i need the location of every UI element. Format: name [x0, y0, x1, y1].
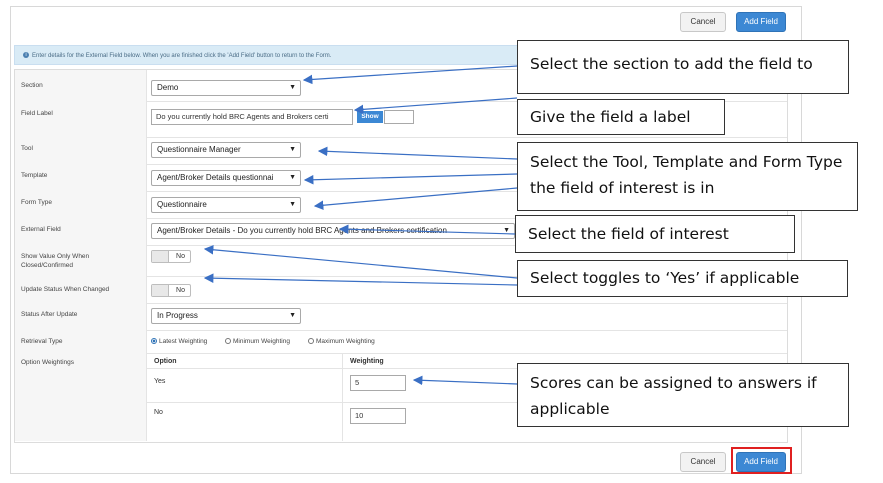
option-no-label: No: [154, 409, 163, 416]
row-retrieval: Retrieval Type Latest Weighting Minimum …: [15, 330, 787, 354]
form-type-label: Form Type: [21, 199, 52, 206]
weight-yes-input[interactable]: 5: [350, 375, 406, 391]
template-select[interactable]: Agent/Broker Details questionnai ▼: [151, 170, 301, 186]
option-weightings-label: Option Weightings: [21, 359, 74, 366]
callout-field: Select the field of interest: [515, 215, 795, 253]
external-field-select-value: Agent/Broker Details - Do you currently …: [157, 226, 447, 235]
row-status-after: Status After Update In Progress ▼: [15, 303, 787, 331]
show-value-label: Show Value Only When Closed/Confirmed: [21, 253, 90, 269]
cancel-button-top[interactable]: Cancel: [680, 12, 726, 32]
chevron-down-icon: ▼: [289, 146, 296, 153]
info-text: Enter details for the External Field bel…: [32, 53, 332, 59]
form-type-select[interactable]: Questionnaire ▼: [151, 197, 301, 213]
radio-latest-label: Latest Weighting: [159, 338, 208, 345]
show-value-toggle-text: No: [176, 253, 185, 260]
chevron-down-icon: ▼: [289, 174, 296, 181]
show-button[interactable]: Show: [357, 111, 383, 123]
radio-minimum-weighting[interactable]: Minimum Weighting: [225, 337, 290, 346]
add-field-button-top[interactable]: Add Field: [736, 12, 786, 32]
chevron-down-icon: ▼: [503, 227, 510, 234]
callout-scores: Scores can be assigned to answers if app…: [517, 363, 849, 427]
tool-select[interactable]: Questionnaire Manager ▼: [151, 142, 301, 158]
weight-no-input[interactable]: 10: [350, 408, 406, 424]
cancel-button-bottom[interactable]: Cancel: [680, 452, 726, 472]
highlight-box: [731, 447, 792, 474]
template-label: Template: [21, 172, 48, 179]
template-select-value: Agent/Broker Details questionnai: [157, 173, 274, 182]
radio-minimum-label: Minimum Weighting: [233, 338, 290, 345]
callout-toggles: Select toggles to ‘Yes’ if applicable: [517, 260, 848, 297]
status-after-select-value: In Progress: [157, 311, 198, 320]
status-after-label: Status After Update: [21, 311, 78, 318]
info-icon: i: [23, 52, 29, 59]
update-status-toggle[interactable]: No: [151, 284, 191, 297]
update-status-toggle-text: No: [176, 287, 185, 294]
external-field-label: External Field: [21, 226, 61, 233]
callout-section: Select the section to add the field to: [517, 40, 849, 94]
retrieval-label: Retrieval Type: [21, 338, 63, 345]
field-label-input[interactable]: Do you currently hold BRC Agents and Bro…: [151, 109, 353, 125]
radio-maximum-label: Maximum Weighting: [316, 338, 375, 345]
section-select[interactable]: Demo ▼: [151, 80, 301, 96]
field-label-extra-input[interactable]: [384, 110, 414, 124]
radio-latest-weighting[interactable]: Latest Weighting: [151, 337, 207, 346]
chevron-down-icon: ▼: [289, 312, 296, 319]
callout-tool: Select the Tool, Template and Form Type …: [517, 142, 858, 211]
chevron-down-icon: ▼: [289, 201, 296, 208]
section-label: Section: [21, 82, 43, 89]
external-field-select[interactable]: Agent/Broker Details - Do you currently …: [151, 223, 515, 239]
tool-label: Tool: [21, 145, 33, 152]
col-option-header: Option: [154, 358, 177, 365]
show-value-toggle[interactable]: No: [151, 250, 191, 263]
col-weighting-header: Weighting: [350, 358, 384, 365]
chevron-down-icon: ▼: [289, 84, 296, 91]
status-after-select[interactable]: In Progress ▼: [151, 308, 301, 324]
field-label-label: Field Label: [21, 110, 53, 117]
option-yes-label: Yes: [154, 378, 166, 385]
callout-label: Give the field a label: [517, 99, 725, 135]
radio-maximum-weighting[interactable]: Maximum Weighting: [308, 337, 375, 346]
form-type-select-value: Questionnaire: [157, 200, 207, 209]
tool-select-value: Questionnaire Manager: [157, 145, 241, 154]
update-status-label: Update Status When Changed: [21, 286, 110, 293]
section-select-value: Demo: [157, 83, 179, 92]
